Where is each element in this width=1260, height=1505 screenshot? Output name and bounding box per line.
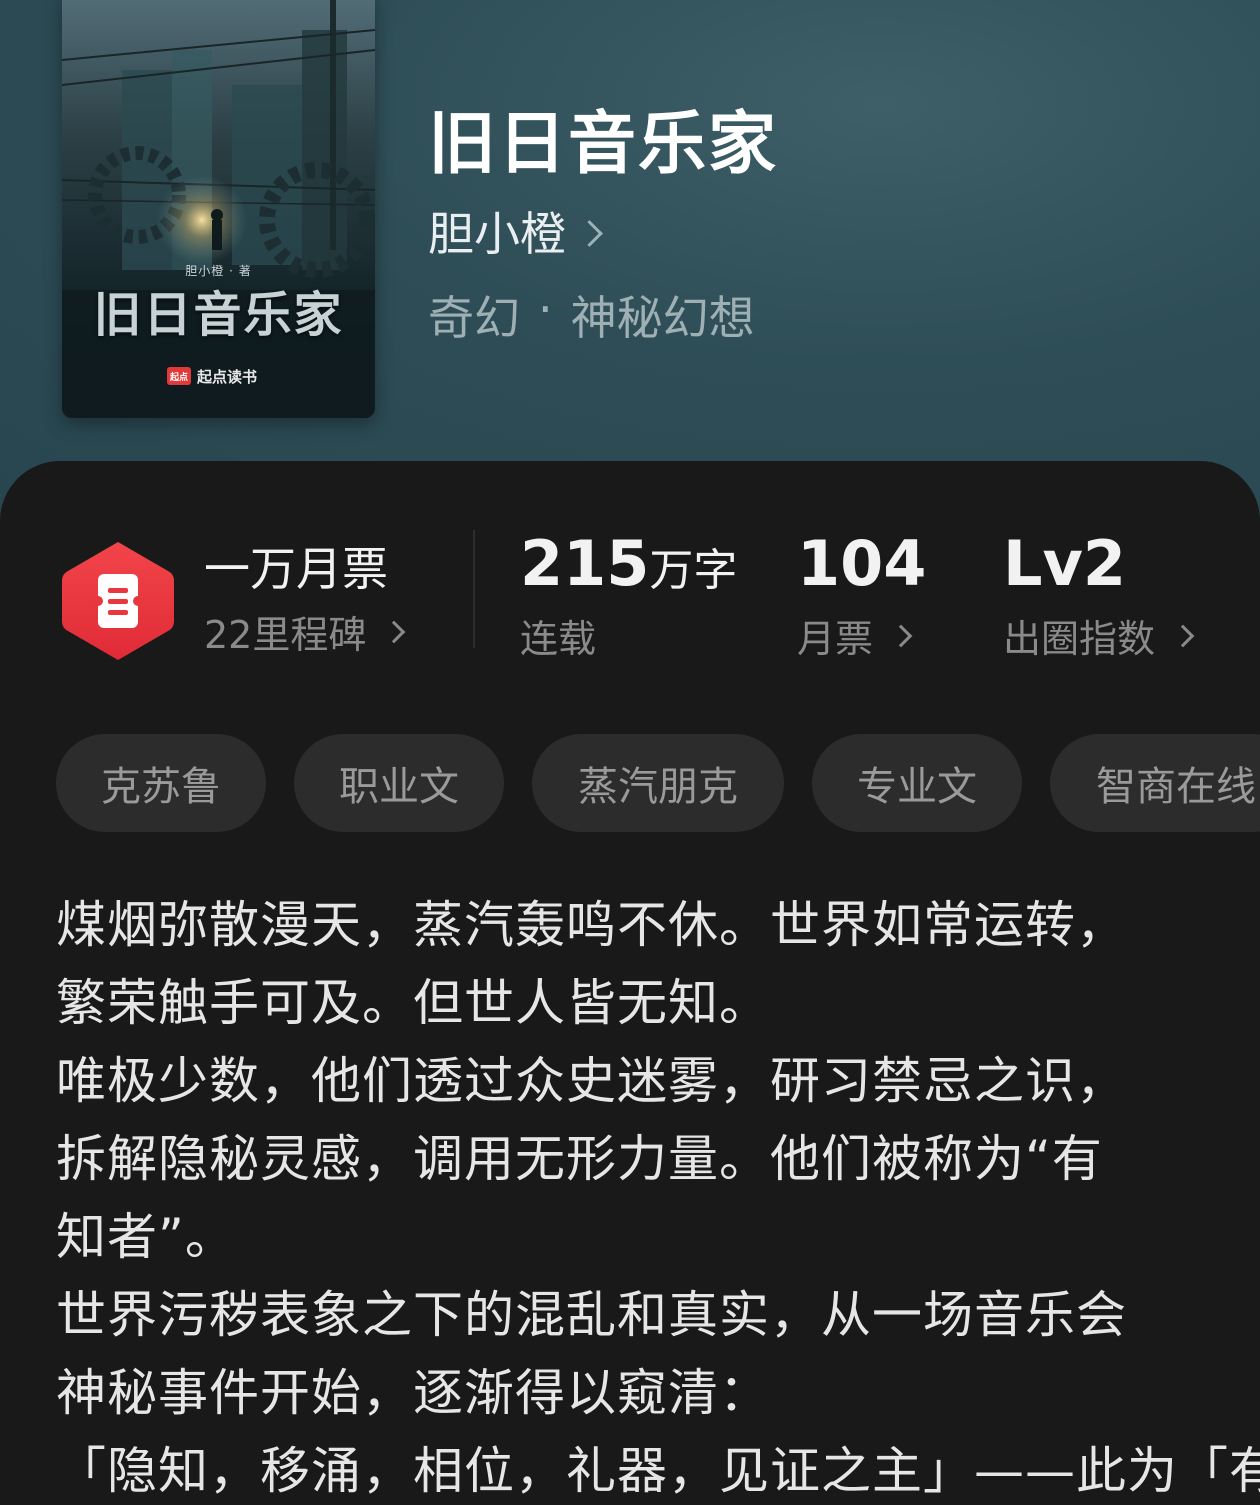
tag-chip[interactable]: 专业文 (812, 734, 1022, 832)
description-line: 唯极少数，他们透过众史迷雾，研习禁忌之识， (56, 1052, 1127, 1110)
description-line: 世界污秽表象之下的混乱和真实，从一场音乐会 (56, 1286, 1127, 1344)
popularity-stat[interactable]: Lv2 出圈指数 (1003, 527, 1195, 663)
monthly-ticket-count: 104 (797, 527, 927, 600)
description-line: 拆解隐秘灵感，调用无形力量。他们被称为“有 (56, 1130, 1103, 1188)
word-count-stat: 215万字 连载 (520, 528, 737, 663)
description-line: 神秘事件开始，逐渐得以窥清： (56, 1364, 770, 1422)
level-label-row: 出圈指数 (1003, 608, 1195, 663)
monthly-ticket-label-row: 月票 (797, 608, 926, 663)
genre-separator: · (538, 282, 553, 336)
tag-chip[interactable]: 蒸汽朋克 (532, 734, 784, 832)
chevron-right-icon (383, 620, 406, 643)
book-cover[interactable]: 胆小橙 · 著 旧日音乐家 起点 起点读书 (62, 0, 375, 418)
level-label: 出圈指数 (1003, 617, 1156, 661)
description-line: 煤烟弥散漫天，蒸汽轰鸣不休。世界如常运转， (56, 896, 1127, 954)
author-link[interactable]: 胆小橙 (428, 198, 603, 264)
milestone-stat[interactable]: 一万月票 22里程碑 (204, 538, 406, 659)
book-description[interactable]: 煤烟弥散漫天，蒸汽轰鸣不休。世界如常运转， 繁荣触手可及。但世人皆无知。 唯极少… (56, 886, 1260, 1505)
subcategory[interactable]: 神秘幻想 (571, 282, 755, 348)
cover-title: 旧日音乐家 (93, 287, 344, 343)
chevron-right-icon (1171, 624, 1195, 647)
description-line: 知者”。 (56, 1208, 236, 1266)
brand-name: 起点读书 (197, 367, 258, 386)
monthly-ticket-stat[interactable]: 104 月票 (797, 528, 926, 663)
badge-sub-row: 22里程碑 (204, 604, 406, 659)
stats-divider (473, 530, 475, 648)
badge-subtitle: 22里程碑 (204, 613, 367, 657)
status-label: 连载 (520, 617, 597, 661)
tag-chip[interactable]: 职业文 (294, 734, 504, 832)
word-count: 215万字 (520, 528, 737, 600)
badge-title: 一万月票 (204, 542, 388, 596)
monthly-ticket-label: 月票 (797, 617, 874, 661)
category[interactable]: 奇幻 (428, 282, 520, 348)
tag-list: 克苏鲁 职业文 蒸汽朋克 专业文 智商在线 (56, 734, 1260, 832)
genre-row: 奇幻 · 神秘幻想 (428, 282, 755, 348)
tag-chip[interactable]: 智商在线 (1050, 734, 1260, 832)
chevron-right-icon (889, 624, 913, 647)
level-value: Lv2 (1003, 527, 1127, 600)
word-count-number: 215 (520, 527, 650, 600)
author-name: 胆小橙 (428, 207, 566, 261)
description-line: 「隐知，移涌，相位，礼器，见证之主」——此为「有 (56, 1442, 1260, 1500)
word-count-unit: 万字 (649, 545, 738, 596)
ticket-icon[interactable] (62, 540, 174, 662)
cover-brand: 起点 起点读书 (167, 364, 257, 388)
cover-illustration (62, 0, 375, 418)
brand-logo-icon: 起点 (167, 367, 191, 385)
chevron-right-icon (576, 219, 603, 247)
book-title: 旧日音乐家 (428, 104, 779, 184)
description-line: 繁荣触手可及。但世人皆无知。 (56, 974, 770, 1032)
serial-status: 连载 (520, 608, 737, 663)
tag-chip[interactable]: 克苏鲁 (56, 734, 266, 832)
book-detail-page: 胆小橙 · 著 旧日音乐家 起点 起点读书 旧日音乐家 胆小橙 奇幻 · 神秘幻… (0, 0, 1260, 1505)
book-header: 胆小橙 · 著 旧日音乐家 起点 起点读书 旧日音乐家 胆小橙 奇幻 · 神秘幻… (0, 0, 1260, 520)
